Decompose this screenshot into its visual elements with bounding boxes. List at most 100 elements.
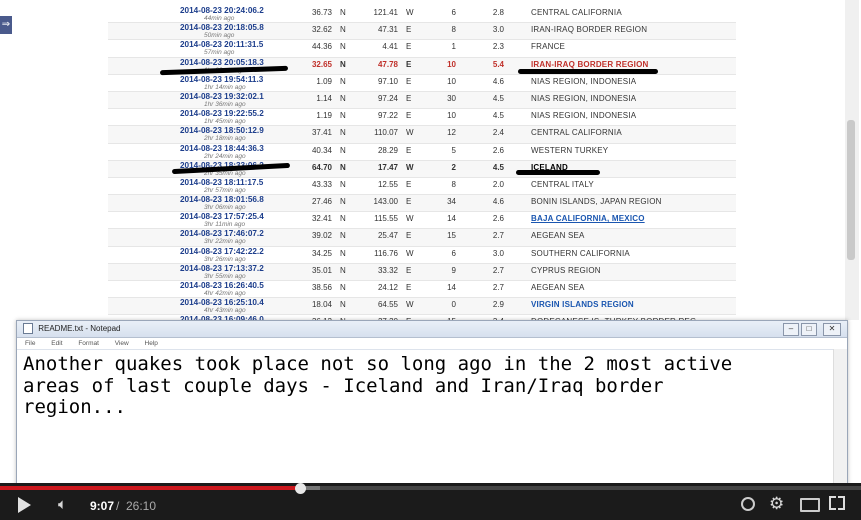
arrow-right-icon[interactable]: ⇒: [0, 16, 12, 34]
quake-region: SOUTHERN CALIFORNIA: [531, 248, 630, 258]
quake-mag: 4.5: [492, 111, 504, 121]
quake-depth: 30: [447, 93, 456, 103]
quake-region: NIAS REGION, INDONESIA: [531, 93, 637, 103]
maximize-icon[interactable]: □: [801, 323, 817, 336]
close-icon[interactable]: ✕: [823, 323, 841, 336]
menu-file[interactable]: File: [25, 340, 35, 347]
quake-ago: 2hr 57min ago: [204, 186, 246, 194]
miniplayer-icon[interactable]: [800, 498, 820, 512]
quake-mag: 2.0: [492, 179, 504, 189]
quake-ns: N: [340, 231, 346, 241]
table-row: 2014-08-23 18:50:12.9 2hr 18min ago 37.41 N…: [108, 126, 736, 144]
quake-ns: N: [340, 214, 346, 224]
quake-time: 2014-08-23 20:05:18.3: [180, 57, 264, 67]
quake-depth: 2: [451, 162, 456, 172]
quake-ew: W: [406, 162, 414, 172]
quake-region: NIAS REGION, INDONESIA: [531, 111, 637, 121]
quake-ago: 50min ago: [204, 32, 235, 40]
volume-icon[interactable]: 🔈︎: [58, 496, 67, 513]
quake-ago: 3hr 06min ago: [204, 204, 246, 212]
quake-lat: 1.14: [316, 93, 332, 103]
quake-lon: 121.41: [373, 8, 398, 17]
quake-mag: 2.7: [492, 283, 504, 292]
quake-lon: 116.76: [374, 248, 398, 258]
quake-ago: 44min ago: [204, 15, 235, 22]
quake-mag: 4.6: [492, 76, 504, 86]
quake-time: 2014-08-23 17:46:07.2: [180, 229, 264, 239]
quake-time: 2014-08-23 18:50:12.9: [180, 126, 264, 136]
progress-scrubber[interactable]: [294, 483, 306, 494]
quake-mag: 2.9: [492, 300, 504, 310]
page-scrollbar[interactable]: [845, 0, 859, 320]
quake-lat: 38.56: [311, 283, 332, 292]
play-icon[interactable]: [18, 497, 31, 513]
quake-depth: 14: [447, 214, 456, 224]
scrollbar-thumb[interactable]: [847, 120, 855, 260]
menu-help[interactable]: Help: [145, 340, 158, 347]
notepad-text-area[interactable]: Another quakes took place not so long ag…: [17, 350, 847, 423]
quake-depth: 5: [451, 145, 456, 155]
quake-mag: 3.0: [492, 25, 504, 35]
table-row: 2014-08-23 18:01:56.8 3hr 06min ago 27.46 N…: [108, 195, 736, 213]
fullscreen-icon[interactable]: [829, 496, 845, 510]
quake-lon: 25.47: [377, 231, 398, 241]
quake-depth: 6: [451, 8, 456, 17]
minimize-icon[interactable]: –: [783, 323, 799, 336]
quake-depth: 8: [451, 25, 456, 35]
quake-time: 2014-08-23 18:44:36.3: [180, 143, 264, 153]
quake-region[interactable]: BAJA CALIFORNIA, MEXICO: [531, 214, 645, 223]
quake-lon: 28.29: [377, 145, 398, 155]
quake-region: AEGEAN SEA: [531, 283, 585, 292]
quake-lon: 4.41: [382, 42, 398, 52]
quake-mag: 2.7: [492, 231, 504, 241]
quake-mag: 2.6: [492, 214, 504, 224]
quake-mag: 2.7: [492, 265, 504, 275]
table-row: 2014-08-23 18:11:17.5 2hr 57min ago 43.33 N…: [108, 178, 736, 196]
gear-icon[interactable]: ⚙: [769, 494, 784, 514]
quake-ew: E: [406, 179, 412, 189]
quake-depth: 1: [451, 42, 456, 52]
table-row: 2014-08-23 20:24:06.2 44min ago 36.73 N 121.…: [108, 6, 736, 24]
quake-depth: 10: [447, 111, 456, 121]
menu-format[interactable]: Format: [78, 340, 99, 347]
quake-lat: 1.09: [316, 76, 332, 86]
quake-region: CENTRAL ITALY: [531, 179, 594, 189]
quake-ns: N: [340, 76, 346, 86]
pen-underline-region-iran: [518, 69, 658, 74]
quake-ns: N: [340, 145, 346, 155]
quake-region: AEGEAN SEA: [531, 231, 585, 241]
quake-ago: 4hr 42min ago: [204, 290, 246, 297]
quake-ns: N: [340, 25, 346, 35]
quake-ns: N: [340, 162, 346, 172]
quake-mag: 4.5: [492, 93, 504, 103]
quake-depth: 0: [451, 300, 456, 310]
quake-lat: 40.34: [311, 145, 332, 155]
table-row: 2014-08-23 19:22:55.2 1hr 45min ago 1.19 N 9…: [108, 109, 736, 127]
table-row: 2014-08-23 17:42:22.2 3hr 26min ago 34.25 N…: [108, 247, 736, 264]
menu-view[interactable]: View: [115, 340, 129, 347]
quake-ew: W: [406, 300, 414, 310]
quake-depth: 6: [451, 248, 456, 258]
quake-region: BONIN ISLANDS, JAPAN REGION: [531, 197, 662, 207]
quake-lon: 47.31: [377, 25, 398, 35]
quake-ns: N: [340, 128, 346, 138]
quake-ew: E: [406, 111, 412, 121]
table-row: 2014-08-23 16:25:10.4 4hr 43min ago 18.04 N…: [108, 298, 736, 316]
quake-ago: 1hr 45min ago: [204, 118, 246, 126]
video-frame: ⇒ | 2014-08-23 20:24:06.244min ago36.73N…: [0, 0, 861, 488]
progress-played: [0, 486, 300, 490]
quake-lat: 32.65: [311, 59, 332, 69]
quake-mag: 3.0: [492, 248, 504, 258]
menu-edit[interactable]: Edit: [51, 340, 62, 347]
quake-ago: 3hr 55min ago: [204, 272, 246, 280]
notepad-scrollbar[interactable]: [833, 349, 847, 487]
quake-time: 2014-08-23 19:54:11.3: [180, 74, 264, 84]
quake-region[interactable]: VIRGIN ISLANDS REGION: [531, 300, 634, 309]
watch-later-icon[interactable]: [741, 497, 755, 511]
quake-lat: 18.04: [311, 300, 332, 310]
quake-ns: N: [340, 42, 346, 52]
quake-mag: 4.6: [492, 197, 504, 207]
quake-region: CENTRAL CALIFORNIA: [531, 8, 622, 17]
notepad-titlebar[interactable]: README.txt - Notepad – □ ✕: [17, 321, 847, 338]
notepad-menubar: File Edit Format View Help: [17, 338, 847, 350]
